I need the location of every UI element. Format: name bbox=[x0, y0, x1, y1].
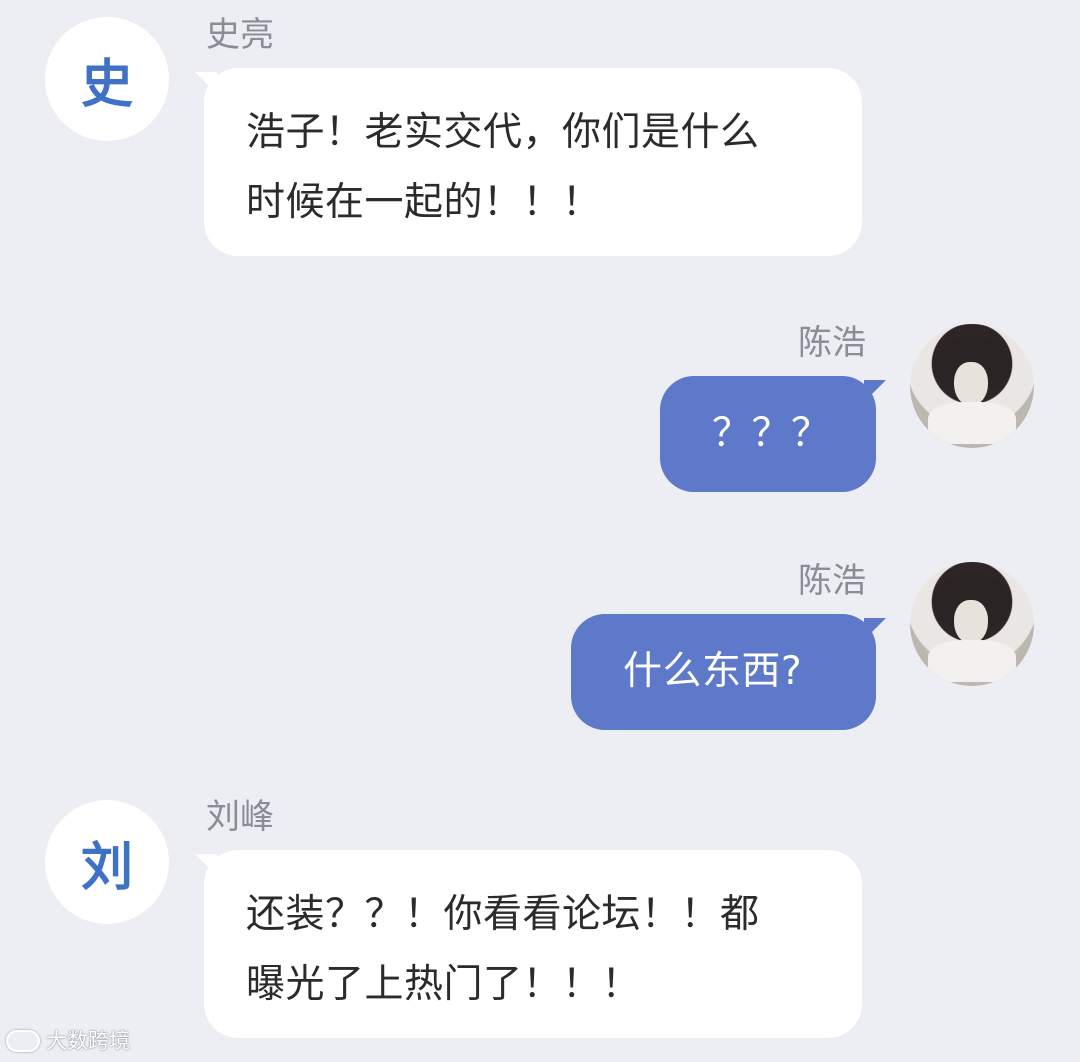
watermark: 大数跨境 bbox=[6, 1026, 130, 1056]
message-line: 时候在一起的！！！ bbox=[246, 180, 602, 225]
message-bubble[interactable]: 什么东西? bbox=[571, 614, 876, 730]
message-bubble[interactable]: ？？？ bbox=[660, 376, 876, 492]
avatar-scarf bbox=[928, 402, 1016, 444]
message-line: 曝光了上热门了！！！ bbox=[246, 962, 642, 1007]
avatar-chenhao[interactable] bbox=[910, 562, 1034, 686]
avatar-initial: 刘 bbox=[80, 837, 133, 898]
sender-name: 陈浩 bbox=[798, 323, 866, 363]
avatar-initial: 史 bbox=[80, 54, 133, 115]
message-bubble[interactable]: 还装？？！你看看论坛！！都 曝光了上热门了！！！ bbox=[204, 850, 862, 1038]
sender-name: 陈浩 bbox=[798, 561, 866, 601]
avatar-face bbox=[954, 600, 988, 644]
message-line: 浩子！老实交代，你们是什么 bbox=[246, 110, 760, 155]
avatar-liufeng[interactable]: 刘 bbox=[45, 800, 169, 924]
message-line: ？？？ bbox=[712, 411, 831, 456]
message-line: 什么东西? bbox=[623, 649, 803, 694]
message-bubble[interactable]: 浩子！老实交代，你们是什么 时候在一起的！！！ bbox=[204, 68, 862, 256]
avatar-shiliang[interactable]: 史 bbox=[45, 17, 169, 141]
avatar-chenhao[interactable] bbox=[910, 324, 1034, 448]
avatar-scarf bbox=[928, 640, 1016, 682]
avatar-face bbox=[954, 362, 988, 406]
message-line: 还装？？！你看看论坛！！都 bbox=[246, 892, 760, 937]
sender-name: 史亮 bbox=[206, 15, 274, 55]
sender-name: 刘峰 bbox=[206, 797, 274, 837]
watermark-logo-icon bbox=[6, 1030, 40, 1052]
watermark-text: 大数跨境 bbox=[46, 1029, 130, 1053]
